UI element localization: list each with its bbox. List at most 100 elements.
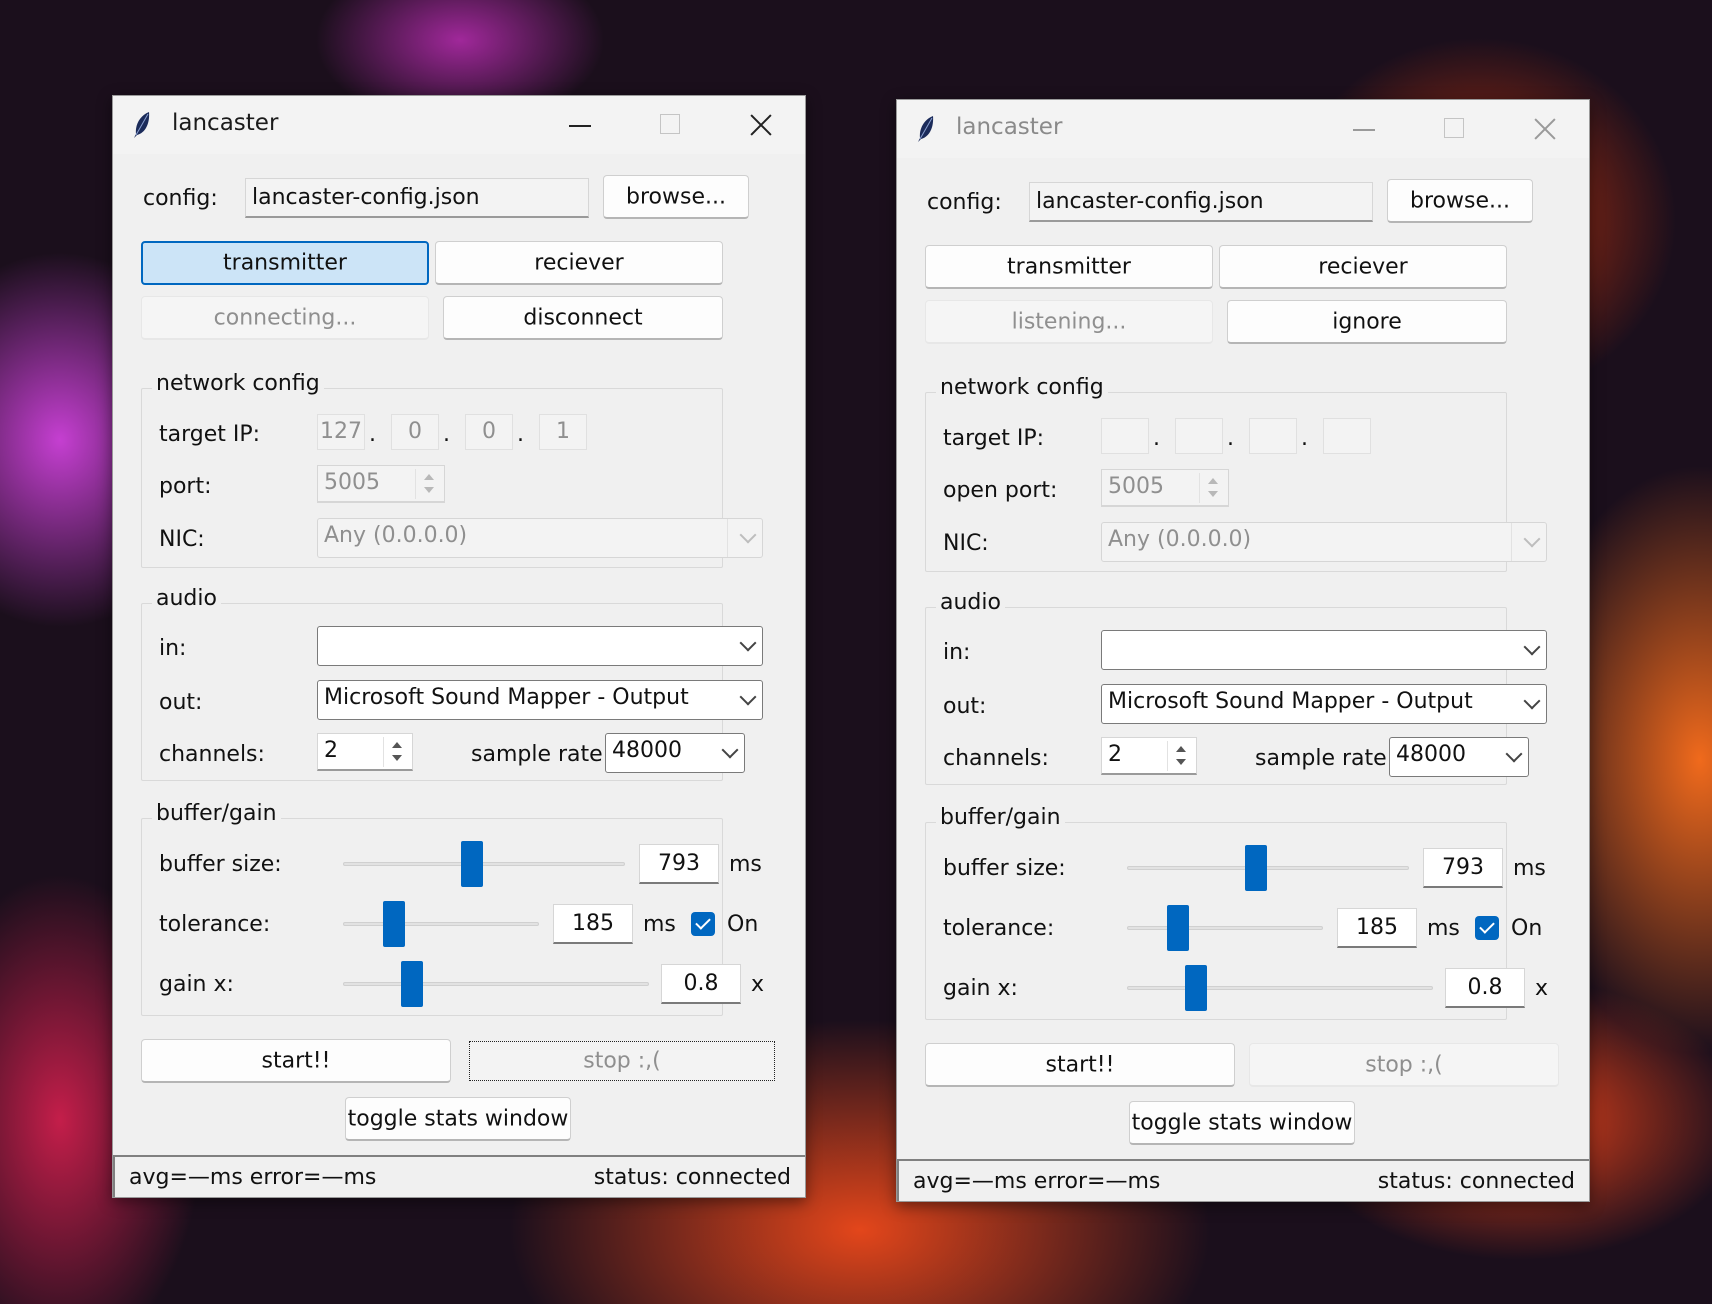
audio-out-select[interactable]: Microsoft Sound Mapper - Output [317,680,763,720]
tolerance-on-checkbox[interactable] [691,912,715,936]
nic-select[interactable]: Any (0.0.0.0) [317,518,763,558]
gain-slider[interactable] [343,982,649,986]
buffer-size-field[interactable]: 793 [639,844,719,884]
ip-octet-3[interactable]: 0 [465,414,513,450]
gain-label: gain x: [159,972,234,997]
receiver-mode-button[interactable]: reciever [1219,245,1507,289]
tolerance-on-label[interactable]: On [1511,918,1542,940]
buffer-gain-title: buffer/gain [152,803,281,825]
tolerance-field[interactable]: 185 [1337,908,1417,948]
nic-value: Any (0.0.0.0) [324,523,468,548]
connection-status-label: connecting... [213,305,357,330]
minimize-icon[interactable] [535,96,625,154]
audio-out-select[interactable]: Microsoft Sound Mapper - Output [1101,684,1547,724]
gain-field[interactable]: 0.8 [1445,968,1525,1008]
close-icon[interactable] [1499,100,1589,158]
spin-arrows-icon[interactable] [1167,741,1194,771]
gain-slider[interactable] [1127,986,1433,990]
receiver-mode-label: reciever [1318,254,1408,279]
port-value: 5005 [324,470,380,495]
audio-title: audio [152,588,221,610]
gain-slider-thumb[interactable] [1185,965,1207,1011]
stop-button[interactable]: stop :,( [1249,1043,1559,1087]
browse-button[interactable]: browse... [603,175,749,219]
toggle-stats-button[interactable]: toggle stats window [345,1097,571,1141]
audio-title: audio [936,592,1005,614]
config-path-field[interactable]: lancaster-config.json [245,178,589,218]
tolerance-slider[interactable] [343,922,539,926]
buffer-size-unit: ms [729,852,762,877]
ip-octet-4[interactable] [1323,418,1371,454]
status-bar: avg=—ms error=—ms status: connected [113,1155,805,1197]
gain-unit: x [751,972,765,997]
tolerance-slider[interactable] [1127,926,1323,930]
spin-arrows-icon[interactable] [415,469,442,499]
start-button[interactable]: start!! [141,1039,451,1083]
audio-in-select[interactable] [1101,630,1547,670]
ip-dot: . [517,422,524,447]
spin-arrows-icon[interactable] [1199,473,1226,503]
latency-stats: avg=—ms error=—ms [129,1165,377,1190]
nic-select[interactable]: Any (0.0.0.0) [1101,522,1547,562]
title-bar[interactable]: lancaster [113,96,805,154]
disconnect-button[interactable]: disconnect [443,296,723,340]
ip-octet-3[interactable] [1249,418,1297,454]
buffer-size-slider-thumb[interactable] [461,841,483,887]
maximize-icon[interactable] [625,96,715,154]
buffer-size-slider-thumb[interactable] [1245,845,1267,891]
port-spinbox[interactable]: 5005 [317,465,445,503]
spin-arrows-icon[interactable] [383,737,410,767]
connection-status-button: connecting... [141,296,429,340]
connection-status: status: connected [593,1165,791,1190]
port-spinbox[interactable]: 5005 [1101,469,1229,507]
status-bar: avg=—ms error=—ms status: connected [897,1159,1589,1201]
sample-rate-select[interactable]: 48000 [1389,737,1529,777]
ip-octet-2[interactable]: 0 [391,414,439,450]
transmitter-mode-label: transmitter [1007,254,1131,279]
tolerance-slider-thumb[interactable] [1167,905,1189,951]
audio-in-select[interactable] [317,626,763,666]
buffer-size-field[interactable]: 793 [1423,848,1503,888]
ignore-button[interactable]: ignore [1227,300,1507,344]
config-path-field[interactable]: lancaster-config.json [1029,182,1373,222]
chevron-down-icon [739,634,757,652]
nic-value: Any (0.0.0.0) [1108,527,1252,552]
start-button-label: start!! [261,1048,331,1073]
channels-value: 2 [324,738,338,763]
ip-octet-4[interactable]: 1 [539,414,587,450]
gain-slider-thumb[interactable] [401,961,423,1007]
maximize-icon[interactable] [1409,100,1499,158]
tolerance-field[interactable]: 185 [553,904,633,944]
nic-label: NIC: [159,527,205,552]
minimize-icon[interactable] [1319,100,1409,158]
close-icon[interactable] [715,96,805,154]
tolerance-slider-thumb[interactable] [383,901,405,947]
transmitter-mode-button[interactable]: transmitter [141,241,429,285]
sample-rate-select[interactable]: 48000 [605,733,745,773]
start-button[interactable]: start!! [925,1043,1235,1087]
ip-octet-2[interactable] [1175,418,1223,454]
buffer-size-slider[interactable] [1127,866,1409,870]
browse-button[interactable]: browse... [1387,179,1533,223]
channels-spinbox[interactable]: 2 [1101,737,1197,775]
ip-octet-1[interactable] [1101,418,1149,454]
buffer-size-slider[interactable] [343,862,625,866]
gain-field[interactable]: 0.8 [661,964,741,1004]
ip-dot: . [443,422,450,447]
tolerance-unit: ms [643,912,676,937]
transmitter-mode-button[interactable]: transmitter [925,245,1213,289]
channels-spinbox[interactable]: 2 [317,733,413,771]
port-value: 5005 [1108,474,1164,499]
chevron-down-icon [1505,745,1523,763]
gain-unit: x [1535,976,1549,1001]
window-title: lancaster [172,110,279,136]
stop-button[interactable]: stop :,( [469,1041,775,1081]
ip-octet-1[interactable]: 127 [317,414,365,450]
audio-out-label: out: [159,690,203,715]
tolerance-on-label[interactable]: On [727,914,758,936]
toggle-stats-button[interactable]: toggle stats window [1129,1101,1355,1145]
connection-status: status: connected [1377,1169,1575,1194]
tolerance-on-checkbox[interactable] [1475,916,1499,940]
title-bar[interactable]: lancaster [897,100,1589,158]
receiver-mode-button[interactable]: reciever [435,241,723,285]
